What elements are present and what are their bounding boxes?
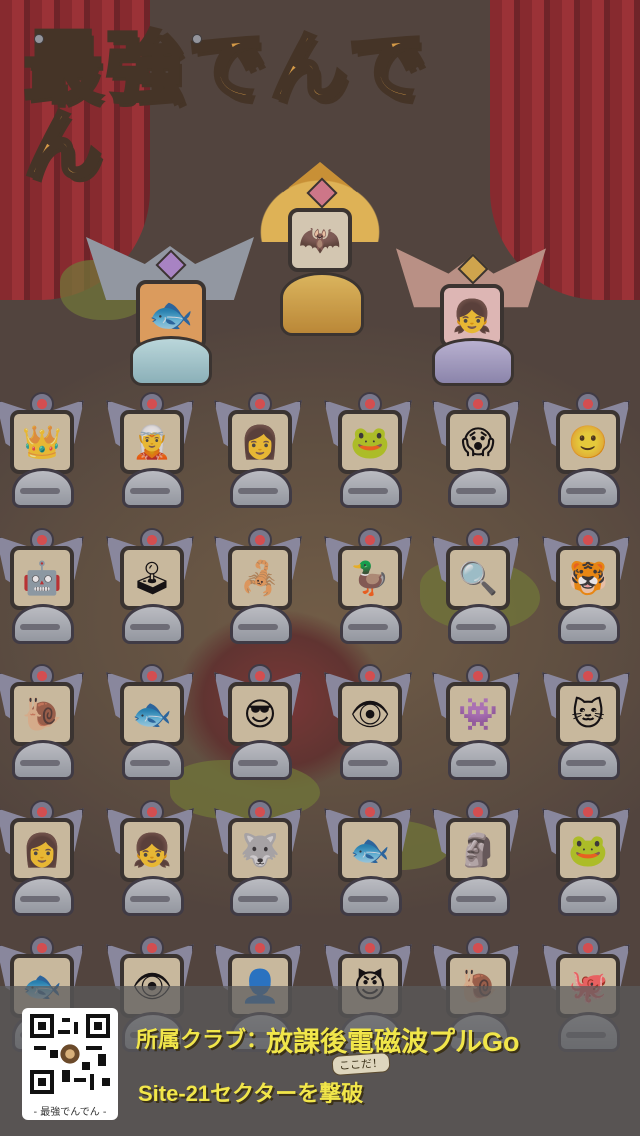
- qr-code[interactable]: - 最強でんでん -: [22, 1008, 118, 1120]
- qr-code-icon: [30, 1014, 110, 1094]
- qr-caption: - 最強でんでん -: [33, 1107, 107, 1118]
- speech-bubble: ここだ！: [331, 1052, 391, 1076]
- achievement-text: Site-21セクターを撃破: [138, 1081, 364, 1106]
- stage-haze: [0, 0, 640, 1136]
- club-name: 放課後電磁波プルGo: [266, 1027, 520, 1057]
- club-label: 所属クラブ：: [136, 1027, 269, 1052]
